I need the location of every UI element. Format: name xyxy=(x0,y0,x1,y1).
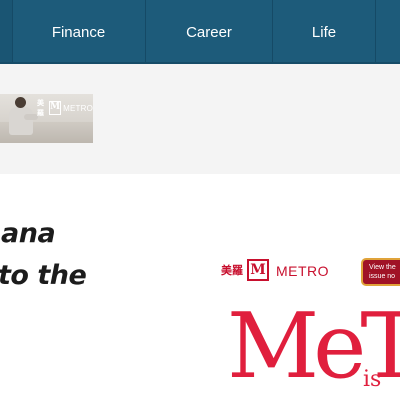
thumbnail-person-head xyxy=(15,97,26,108)
nav-divider xyxy=(375,0,376,64)
headline-line-1: ana xyxy=(1,218,56,249)
thumbnail-logo-cn: 美羅 xyxy=(37,98,44,117)
article-headline[interactable]: ana to the xyxy=(0,213,118,297)
thumbnail-logo-mark: M xyxy=(49,101,62,115)
nav-item-finance[interactable]: Finance xyxy=(12,0,145,64)
nav-item-life[interactable]: Life xyxy=(273,0,375,64)
headline-line-2: to the xyxy=(0,260,87,291)
ad-logo-text: METRO xyxy=(276,263,330,279)
article-thumbnail[interactable]: 美羅 M METRO xyxy=(0,94,93,143)
thumbnail-person-arm xyxy=(24,114,38,120)
ad-logo-mark: M xyxy=(247,259,269,281)
metro-ad-banner[interactable]: 美羅 M METRO View the issue no MeT is xyxy=(209,234,400,400)
nav-item-career[interactable]: Career xyxy=(146,0,272,64)
thumbnail-person xyxy=(9,107,33,135)
ad-small-text: is xyxy=(363,367,382,392)
thumbnail-logo: 美羅 M METRO xyxy=(37,98,93,117)
top-nav: Finance Career Life xyxy=(0,0,400,64)
view-issue-button[interactable]: View the issue no xyxy=(361,258,400,286)
thumbnail-logo-text: METRO xyxy=(63,103,93,113)
ad-logo-cn: 美羅 xyxy=(221,264,243,277)
